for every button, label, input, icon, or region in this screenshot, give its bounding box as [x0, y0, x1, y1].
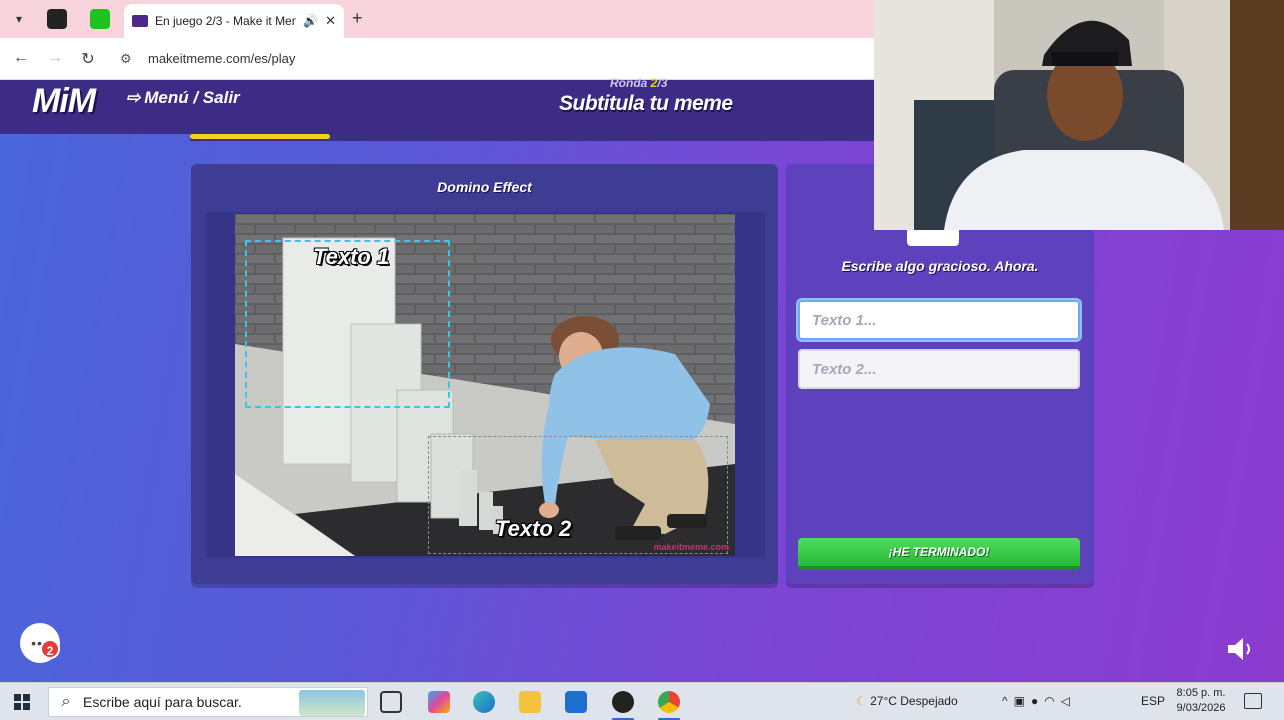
meme-image: Texto 1 Texto 2 makeitmeme.com — [235, 214, 735, 556]
file-explorer-icon[interactable] — [519, 691, 541, 713]
windows-start-icon[interactable] — [14, 694, 30, 710]
clock[interactable]: 8:05 p. m. 9/03/2026 — [1170, 686, 1232, 716]
forward-icon[interactable]: → — [45, 49, 65, 67]
meme-panel: Domino Effect Texto 1 Texto 2 makeitmeme… — [191, 164, 778, 584]
url-field[interactable]: makeitmeme.com/es/play — [148, 51, 295, 66]
meme-title: Domino Effect — [437, 179, 532, 195]
pinned-tab-2[interactable] — [90, 9, 110, 29]
chat-badge: 2 — [40, 639, 60, 659]
volume-icon[interactable]: ◁ — [1061, 694, 1076, 708]
caption-input-2[interactable] — [798, 349, 1080, 389]
menu-exit-label: Menú / Salir — [144, 88, 240, 107]
clock-time: 8:05 p. m. — [1176, 687, 1226, 699]
chrome-icon[interactable] — [658, 691, 680, 713]
weather-text: 27°C Despejado — [870, 694, 958, 708]
round-total: /3 — [657, 76, 668, 90]
outlook-icon[interactable] — [565, 691, 587, 713]
reload-icon[interactable]: ↻ — [78, 49, 98, 69]
tab-favicon-icon — [132, 15, 148, 27]
close-icon[interactable]: ✕ — [325, 13, 336, 29]
chevron-down-icon[interactable]: ▾ — [8, 8, 30, 30]
taskbar-search-placeholder: Escribe aquí para buscar. — [83, 694, 242, 710]
meme-text-2: Texto 2 — [495, 516, 572, 541]
edge-icon[interactable] — [473, 691, 495, 713]
round-indicator: Ronda 2/3 — [610, 76, 667, 90]
tab-active[interactable]: En juego 2/3 - Make it Meme 🔊 ✕ — [124, 4, 344, 38]
speaker-icon[interactable]: 🔊 — [303, 14, 318, 28]
task-view-icon[interactable] — [380, 691, 402, 713]
plus-icon[interactable]: + — [352, 8, 363, 29]
meme-watermark: makeitmeme.com — [653, 542, 729, 552]
search-icon: ⌕ — [61, 693, 71, 710]
weather-widget[interactable]: ☾ 27°C Despejado — [856, 694, 958, 708]
site-settings-icon[interactable]: ⚙ — [120, 51, 136, 67]
system-tray-icons[interactable]: ^▣●◠◁ — [1002, 694, 1076, 708]
tab-title: En juego 2/3 - Make it Meme — [155, 14, 297, 28]
game-header: MiM ⇨ Menú / Salir Ronda 2/3 Subtitula t… — [0, 76, 874, 134]
done-button[interactable]: ¡HE TERMINADO! — [798, 538, 1080, 570]
stage-title: Subtitula tu meme — [559, 92, 733, 115]
meme-frame: Texto 1 Texto 2 makeitmeme.com — [205, 212, 765, 558]
tray-app-icon[interactable]: ▣ — [1014, 694, 1031, 708]
pinned-tab-1[interactable] — [47, 9, 67, 29]
webcam-video — [874, 0, 1284, 230]
menu-exit-link[interactable]: ⇨ Menú / Salir — [126, 88, 240, 108]
chevron-up-icon[interactable]: ^ — [1002, 694, 1014, 708]
language-indicator[interactable]: ESP — [1141, 694, 1165, 708]
timer-progress-fill — [190, 134, 331, 139]
logo[interactable]: MiM — [32, 82, 96, 121]
search-highlight-image — [299, 690, 365, 716]
taskbar-search[interactable]: ⌕ Escribe aquí para buscar. — [48, 687, 368, 717]
moon-icon: ☾ — [856, 694, 867, 708]
browser-tab-bar: ▾ En juego 2/3 - Make it Meme 🔊 ✕ + — [0, 0, 874, 38]
webcam-overlay — [874, 0, 1284, 230]
timer-progress — [190, 134, 874, 141]
player-card — [907, 230, 959, 246]
exit-icon: ⇨ — [126, 88, 141, 107]
taskbar: ⌕ Escribe aquí para buscar. ☾ 27°C Despe… — [0, 682, 1284, 720]
round-label: Ronda — [610, 76, 651, 90]
microphone-icon[interactable]: ● — [1031, 694, 1044, 708]
notification-icon[interactable] — [1244, 693, 1262, 709]
back-icon[interactable]: ← — [11, 49, 31, 67]
sound-toggle-icon[interactable] — [1226, 636, 1256, 662]
caption-prompt: Escribe algo gracioso. Ahora. — [841, 258, 1039, 274]
address-bar: ← → ↻ ⚙ makeitmeme.com/es/play — [0, 38, 874, 80]
copilot-icon[interactable] — [428, 691, 450, 713]
network-icon[interactable]: ◠ — [1044, 694, 1060, 708]
clock-date: 9/03/2026 — [1176, 702, 1226, 714]
obs-icon[interactable] — [612, 691, 634, 713]
text-area-2 — [428, 436, 728, 554]
meme-text-1: Texto 1 — [313, 244, 390, 269]
caption-input-1[interactable] — [798, 300, 1080, 340]
